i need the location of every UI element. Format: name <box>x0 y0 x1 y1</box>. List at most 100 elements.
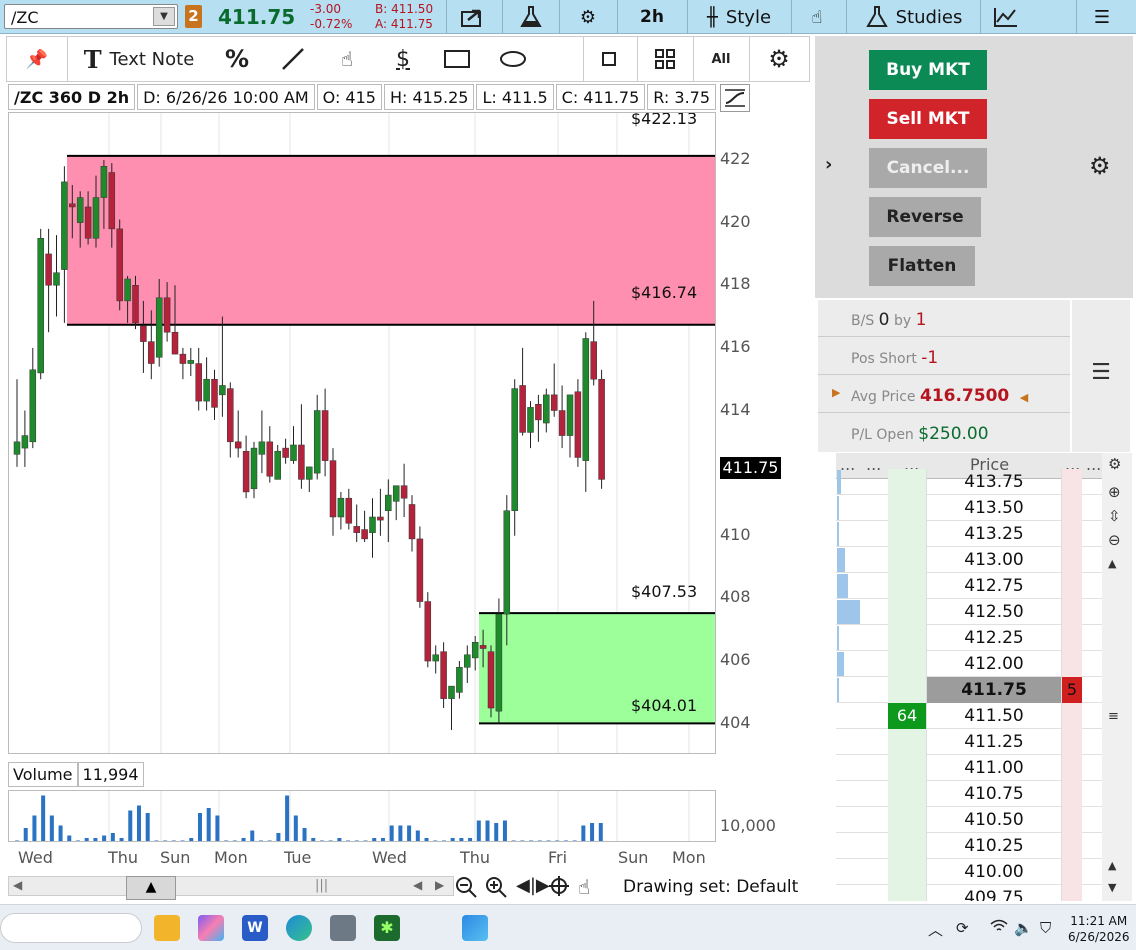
avg-price-row[interactable]: ▶ Avg Price 416.7500 ◀ <box>818 376 1070 413</box>
symbol-input[interactable]: /ZC ▼ <box>4 4 178 29</box>
candle-body[interactable] <box>124 278 131 302</box>
ladder-ask-cell[interactable] <box>1062 495 1082 521</box>
ladder-ask-cell[interactable] <box>1062 807 1082 833</box>
candle-body[interactable] <box>487 651 495 709</box>
menu-list-icon[interactable]: ☰ <box>1085 0 1119 34</box>
percent-tool-icon[interactable]: % <box>217 37 257 81</box>
ladder-ask-cell[interactable] <box>1062 521 1082 547</box>
candle-body[interactable] <box>321 410 329 461</box>
ladder-row[interactable]: 412.75 <box>836 573 1102 599</box>
flatten-button[interactable]: Flatten <box>869 246 975 286</box>
volume-chart[interactable] <box>8 790 716 842</box>
ladder-price-cell[interactable]: 409.75 <box>926 885 1062 901</box>
candle-body[interactable] <box>69 203 76 208</box>
ladder-price-cell[interactable]: 412.75 <box>926 573 1062 599</box>
taskbar-search-box[interactable] <box>0 913 142 943</box>
ladder-row[interactable]: 411.25 <box>836 729 1102 755</box>
ladder-bid-cell[interactable] <box>888 625 926 651</box>
word-icon[interactable]: W <box>242 915 268 941</box>
candle-body[interactable] <box>116 228 123 302</box>
ladder-price-cell[interactable]: 410.75 <box>926 781 1062 807</box>
candle-body[interactable] <box>416 538 424 602</box>
ladder-price-cell[interactable]: 413.75 <box>926 469 1062 495</box>
ladder-price-cell[interactable]: 412.00 <box>926 651 1062 677</box>
price-ladder[interactable]: ... ... ... Price ... ... 413.75 413.50 41… <box>836 453 1102 901</box>
candle-body[interactable] <box>179 353 187 364</box>
ladder-ask-cell[interactable] <box>1062 651 1082 677</box>
candle-body[interactable] <box>92 197 100 239</box>
text-note-tool[interactable]: T Text Note <box>79 37 199 81</box>
ladder-bid-cell[interactable] <box>888 599 926 625</box>
ladder-bid-cell[interactable] <box>888 547 926 573</box>
ladder-page-down-icon[interactable]: ▼ <box>1108 881 1116 894</box>
drawing-tools-icon[interactable] <box>986 0 1026 34</box>
ladder-bid-cell[interactable] <box>888 729 926 755</box>
horizontal-scrollbar[interactable]: ◀ ||| ◀ ▶ <box>8 876 454 896</box>
hand-cursor-icon[interactable]: ☝ <box>797 0 837 34</box>
candle-body[interactable] <box>140 325 147 342</box>
grid-layout-icon[interactable] <box>647 37 683 81</box>
ladder-price-cell[interactable]: 410.25 <box>926 833 1062 859</box>
square-view-icon[interactable] <box>591 37 627 81</box>
symbol-dropdown-button[interactable]: ▼ <box>153 7 175 26</box>
candle-body[interactable] <box>345 497 353 524</box>
ladder-row[interactable]: 411.75 5 <box>836 677 1102 703</box>
ladder-row[interactable]: 409.75 <box>836 885 1102 901</box>
ladder-row[interactable]: 410.75 <box>836 781 1102 807</box>
ladder-price-cell[interactable]: 410.50 <box>926 807 1062 833</box>
candle-body[interactable] <box>219 385 226 396</box>
candle-body[interactable] <box>45 253 52 286</box>
candle-body[interactable] <box>495 613 503 712</box>
ladder-ask-cell[interactable] <box>1062 755 1082 781</box>
ladder-price-cell[interactable]: 411.50 <box>926 703 1062 729</box>
candle-body[interactable] <box>148 341 155 364</box>
candle-body[interactable] <box>471 642 479 659</box>
candle-body[interactable] <box>84 206 92 239</box>
expand-chevron-icon[interactable]: › <box>825 154 832 175</box>
candle-body[interactable] <box>527 407 534 433</box>
candle-body[interactable] <box>21 435 29 449</box>
candle-body[interactable] <box>195 363 202 402</box>
candle-body[interactable] <box>53 272 60 286</box>
candle-body[interactable] <box>432 654 439 662</box>
candle-body[interactable] <box>234 441 242 449</box>
ladder-ask-cell[interactable] <box>1062 573 1082 599</box>
candle-body[interactable] <box>274 450 281 480</box>
system-clock[interactable]: 11:21 AM 6/26/2026 <box>1068 913 1130 945</box>
wifi-icon[interactable] <box>990 919 1008 937</box>
candle-body[interactable] <box>464 654 471 668</box>
candle-body[interactable] <box>76 197 84 223</box>
ladder-bid-cell[interactable] <box>888 755 926 781</box>
ladder-bid-cell[interactable] <box>888 521 926 547</box>
candle-body[interactable] <box>258 441 266 455</box>
candle-body[interactable] <box>598 378 605 480</box>
ladder-bid-cell[interactable] <box>888 677 926 703</box>
ladder-bid-cell[interactable] <box>888 495 926 521</box>
ladder-ask-cell[interactable] <box>1062 885 1082 901</box>
candle-body[interactable] <box>266 441 274 477</box>
ladder-row[interactable]: 64 411.50 <box>836 703 1102 729</box>
ladder-bid-cell[interactable] <box>888 833 926 859</box>
ladder-center-icon[interactable]: ⇳ <box>1108 507 1121 525</box>
candle-body[interactable] <box>385 494 392 511</box>
price-level-icon[interactable]: $ <box>383 37 423 81</box>
ladder-bid-cell[interactable] <box>888 859 926 885</box>
candle-body[interactable] <box>558 410 566 436</box>
candle-body[interactable] <box>227 388 234 443</box>
ladder-bid-cell[interactable] <box>888 651 926 677</box>
ladder-price-cell[interactable]: 412.25 <box>926 625 1062 651</box>
ladder-row[interactable]: 412.25 <box>836 625 1102 651</box>
candle-body[interactable] <box>108 172 116 230</box>
candle-body[interactable] <box>211 378 218 408</box>
candle-body[interactable] <box>424 601 432 662</box>
candle-body[interactable] <box>535 403 542 421</box>
ladder-ask-cell[interactable] <box>1062 469 1082 495</box>
drawing-set-selector[interactable]: Drawing set: Default <box>623 877 798 897</box>
candle-body[interactable] <box>550 394 558 411</box>
all-charts-button[interactable]: All <box>703 37 739 81</box>
ladder-ask-cell[interactable] <box>1062 599 1082 625</box>
ladder-row[interactable]: 413.50 <box>836 495 1102 521</box>
sync-icon[interactable]: ⟳ <box>956 919 969 937</box>
ladder-price-cell[interactable]: 413.00 <box>926 547 1062 573</box>
flask-icon[interactable] <box>510 0 552 34</box>
